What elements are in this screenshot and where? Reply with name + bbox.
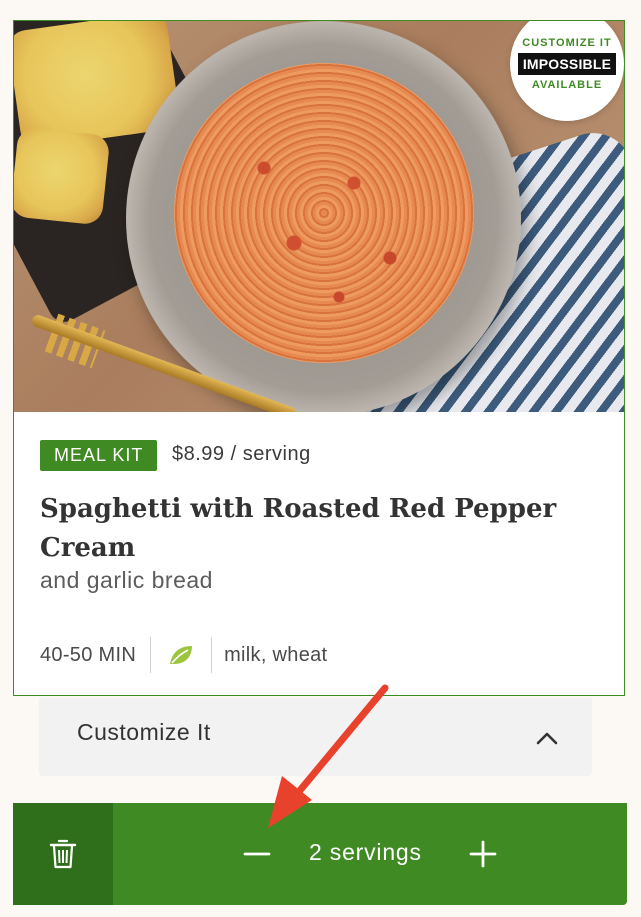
meal-photo[interactable]: Customize It IMPOSSIBLE Available bbox=[14, 21, 624, 412]
meal-subtitle: and garlic bread bbox=[40, 567, 213, 593]
minus-icon bbox=[243, 852, 271, 856]
meal-meta: 40-50 MIN milk, wheat bbox=[40, 636, 327, 674]
customize-panel[interactable]: Customize It bbox=[39, 698, 592, 776]
cook-time: 40-50 MIN bbox=[40, 643, 137, 666]
serving-selector: 2 servings bbox=[13, 803, 627, 905]
badge-bottom-text: Available bbox=[531, 79, 603, 91]
increase-servings-button[interactable] bbox=[465, 833, 501, 875]
leaf-icon bbox=[151, 644, 211, 666]
chevron-up-icon[interactable] bbox=[533, 724, 561, 752]
spaghetti bbox=[174, 63, 474, 363]
impossible-badge: Customize It IMPOSSIBLE Available bbox=[512, 21, 622, 119]
garlic-bread-slice bbox=[14, 126, 111, 226]
meal-title[interactable]: Spaghetti with Roasted Red Pepper Cream bbox=[40, 490, 600, 568]
price-per-serving: $8.99 / serving bbox=[172, 443, 311, 465]
meal-card: Customize It IMPOSSIBLE Available MEAL K… bbox=[13, 20, 625, 696]
badge-brand: IMPOSSIBLE bbox=[517, 53, 617, 75]
customize-label: Customize It bbox=[77, 719, 211, 745]
trash-icon bbox=[49, 839, 77, 869]
decrease-servings-button[interactable] bbox=[239, 833, 275, 875]
remove-button[interactable] bbox=[13, 803, 113, 905]
serving-count: 2 servings bbox=[309, 839, 422, 865]
allergens: milk, wheat bbox=[224, 643, 328, 666]
plus-icon bbox=[469, 840, 497, 868]
meal-info: MEAL KIT $8.99 / serving Spaghetti with … bbox=[14, 412, 624, 695]
badge-top-text: Customize It bbox=[522, 37, 612, 49]
meal-kit-tag: MEAL KIT bbox=[40, 440, 158, 471]
